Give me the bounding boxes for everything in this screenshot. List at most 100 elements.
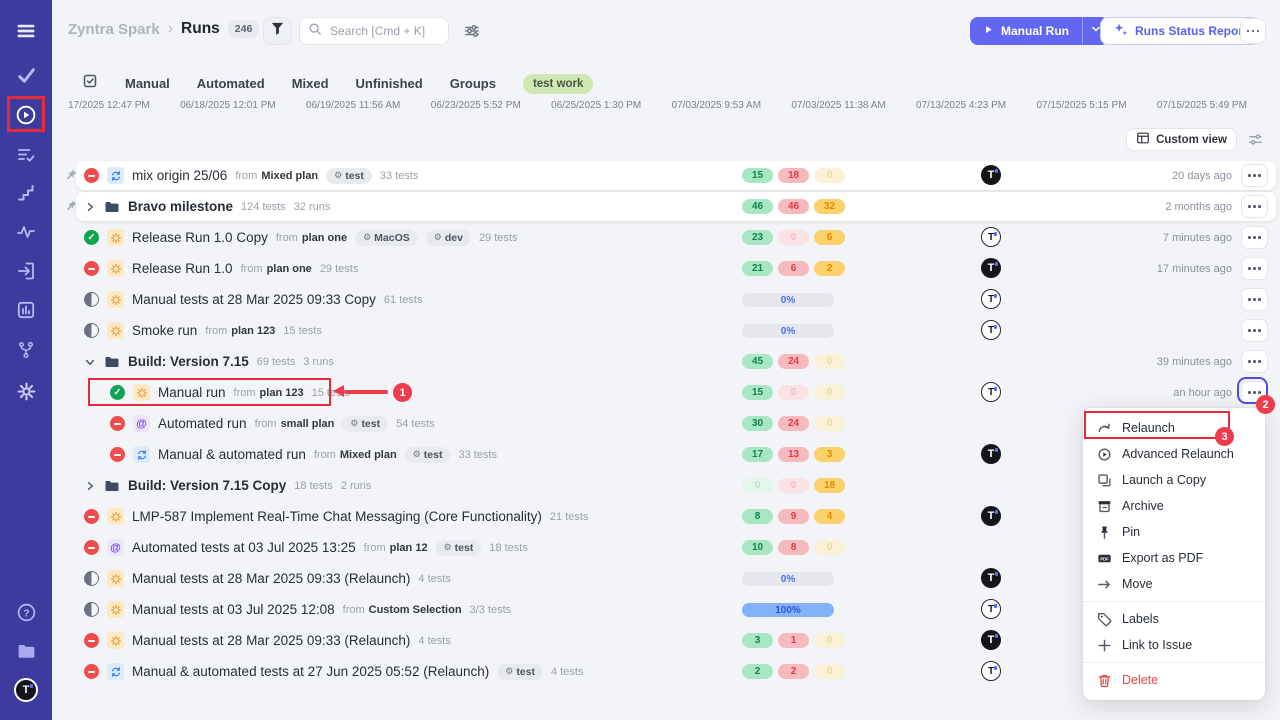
tab-groups[interactable]: Groups xyxy=(450,76,496,91)
chevron-down-icon[interactable] xyxy=(84,356,96,368)
menu-item-link-to-issue[interactable]: Link to Issue xyxy=(1083,632,1265,658)
environment-tag[interactable]: ⚙test xyxy=(326,168,372,184)
environment-tag[interactable]: ⚙MacOS xyxy=(355,230,418,246)
runs-status-report-button[interactable]: Runs Status Report xyxy=(1100,17,1260,45)
run-name[interactable]: Release Run 1.0 Copy xyxy=(132,230,268,245)
help-icon[interactable]: ? xyxy=(0,594,52,630)
tab-manual[interactable]: Manual xyxy=(125,76,170,91)
environment-tag[interactable]: ⚙test xyxy=(497,664,543,680)
run-name[interactable]: Smoke run xyxy=(132,323,197,338)
run-name[interactable]: Automated tests at 03 Jul 2025 13:25 xyxy=(132,540,356,555)
group-name[interactable]: Build: Version 7.15 xyxy=(128,354,249,369)
environment-tag[interactable]: ⚙test xyxy=(342,416,388,432)
milestones-steps-icon[interactable] xyxy=(0,175,52,211)
run-row[interactable]: mix origin 25/06fromMixed plan⚙test33 te… xyxy=(52,160,1280,191)
all-runs-icon[interactable] xyxy=(82,73,98,94)
run-name[interactable]: Automated run xyxy=(158,416,247,431)
menu-item-pin[interactable]: Pin xyxy=(1083,519,1265,545)
runs-play-icon[interactable] xyxy=(0,97,52,133)
run-row[interactable]: Release Run 1.0fromplan one29 tests2162T… xyxy=(52,253,1280,284)
plan-name[interactable]: plan 123 xyxy=(231,325,275,337)
header-more-button[interactable] xyxy=(1240,18,1266,44)
chevron-right-icon[interactable] xyxy=(84,201,96,213)
integrations-branch-icon[interactable] xyxy=(0,332,52,368)
filter-button[interactable] xyxy=(263,17,292,45)
tab-unfinished[interactable]: Unfinished xyxy=(356,76,423,91)
row-more-button[interactable] xyxy=(1241,350,1268,373)
assignee-avatar[interactable]: T xyxy=(981,382,1001,402)
view-settings-icon[interactable] xyxy=(1248,132,1263,152)
run-row[interactable]: Smoke runfromplan 12315 tests0%T xyxy=(52,315,1280,346)
run-name[interactable]: Manual tests at 28 Mar 2025 09:33 Copy xyxy=(132,292,376,307)
plan-name[interactable]: Custom Selection xyxy=(369,604,462,616)
projects-folder-icon[interactable] xyxy=(0,633,52,669)
tag-filter-pill[interactable]: test work xyxy=(523,74,594,94)
assignee-avatar[interactable]: T xyxy=(981,289,1001,309)
environment-tag[interactable]: ⚙test xyxy=(436,540,482,556)
run-name[interactable]: Manual tests at 28 Mar 2025 09:33 (Relau… xyxy=(132,571,410,586)
shared-steps-icon[interactable] xyxy=(0,137,52,173)
row-more-button[interactable] xyxy=(1241,288,1268,311)
menu-item-delete[interactable]: Delete xyxy=(1083,667,1265,693)
assignee-avatar[interactable]: T xyxy=(981,165,1001,185)
plan-name[interactable]: Mixed plan xyxy=(340,449,397,461)
group-name[interactable]: Build: Version 7.15 Copy xyxy=(128,478,286,493)
tab-automated[interactable]: Automated xyxy=(197,76,265,91)
imports-icon[interactable] xyxy=(0,253,52,289)
filter-settings-icon[interactable] xyxy=(464,23,480,44)
chevron-right-icon[interactable] xyxy=(84,480,96,492)
plan-name[interactable]: Mixed plan xyxy=(261,170,318,182)
row-more-button[interactable] xyxy=(1241,257,1268,280)
environment-tag[interactable]: ⚙dev xyxy=(426,230,471,246)
assignee-avatar[interactable]: T xyxy=(981,599,1001,619)
menu-item-archive[interactable]: Archive xyxy=(1083,493,1265,519)
menu-icon[interactable] xyxy=(0,13,52,49)
testcases-check-icon[interactable] xyxy=(0,57,52,93)
plan-name[interactable]: plan 12 xyxy=(390,542,428,554)
assignee-avatar[interactable]: T xyxy=(981,258,1001,278)
row-more-button[interactable] xyxy=(1241,195,1268,218)
manual-run-button[interactable]: Manual Run xyxy=(970,17,1082,45)
search-box[interactable] xyxy=(299,17,449,45)
defects-pulse-icon[interactable] xyxy=(0,214,52,250)
row-more-button[interactable] xyxy=(1241,164,1268,187)
assignee-avatar[interactable]: T xyxy=(981,320,1001,340)
menu-item-export-as-pdf[interactable]: PDFExport as PDF xyxy=(1083,545,1265,571)
run-name[interactable]: Manual run xyxy=(158,385,226,400)
run-name[interactable]: Manual & automated tests at 27 Jun 2025 … xyxy=(132,664,489,679)
run-name[interactable]: Release Run 1.0 xyxy=(132,261,233,276)
user-avatar[interactable]: T xyxy=(0,672,52,708)
plan-name[interactable]: plan 123 xyxy=(260,387,304,399)
custom-view-button[interactable]: Custom view xyxy=(1126,128,1237,151)
environment-tag[interactable]: ⚙test xyxy=(405,447,451,463)
row-more-button[interactable] xyxy=(1241,226,1268,249)
menu-item-move[interactable]: Move xyxy=(1083,571,1265,597)
plan-name[interactable]: plan one xyxy=(267,263,312,275)
menu-item-advanced-relaunch[interactable]: Advanced Relaunch xyxy=(1083,441,1265,467)
row-more-button[interactable] xyxy=(1241,319,1268,342)
run-name[interactable]: Manual tests at 03 Jul 2025 12:08 xyxy=(132,602,335,617)
plan-name[interactable]: plan one xyxy=(302,232,347,244)
run-row[interactable]: Manual tests at 28 Mar 2025 09:33 Copy61… xyxy=(52,284,1280,315)
run-row[interactable]: Bravo milestone124 tests32 runs4646322 m… xyxy=(52,191,1280,222)
search-input[interactable] xyxy=(328,23,442,39)
menu-item-labels[interactable]: Labels xyxy=(1083,606,1265,632)
assignee-avatar[interactable]: T xyxy=(981,444,1001,464)
tab-mixed[interactable]: Mixed xyxy=(292,76,329,91)
breadcrumb-project[interactable]: Zyntra Spark xyxy=(68,21,160,38)
assignee-avatar[interactable]: T xyxy=(981,227,1001,247)
plan-name[interactable]: small plan xyxy=(281,418,335,430)
assignee-avatar[interactable]: T xyxy=(981,630,1001,650)
settings-gear-icon[interactable] xyxy=(0,373,52,409)
assignee-avatar[interactable]: T xyxy=(981,568,1001,588)
run-name[interactable]: mix origin 25/06 xyxy=(132,168,227,183)
run-row[interactable]: Build: Version 7.1569 tests3 runs4524039… xyxy=(52,346,1280,377)
group-name[interactable]: Bravo milestone xyxy=(128,199,233,214)
row-more-button[interactable] xyxy=(1241,381,1268,404)
run-name[interactable]: Manual tests at 28 Mar 2025 09:33 (Relau… xyxy=(132,633,410,648)
menu-item-launch-a-copy[interactable]: Launch a Copy xyxy=(1083,467,1265,493)
menu-item-relaunch[interactable]: Relaunch xyxy=(1083,415,1265,441)
run-name[interactable]: LMP-587 Implement Real-Time Chat Messagi… xyxy=(132,509,542,524)
run-name[interactable]: Manual & automated run xyxy=(158,447,306,462)
run-row[interactable]: ✓Manual runfromplan 12315 tests1500Tan h… xyxy=(52,377,1280,408)
